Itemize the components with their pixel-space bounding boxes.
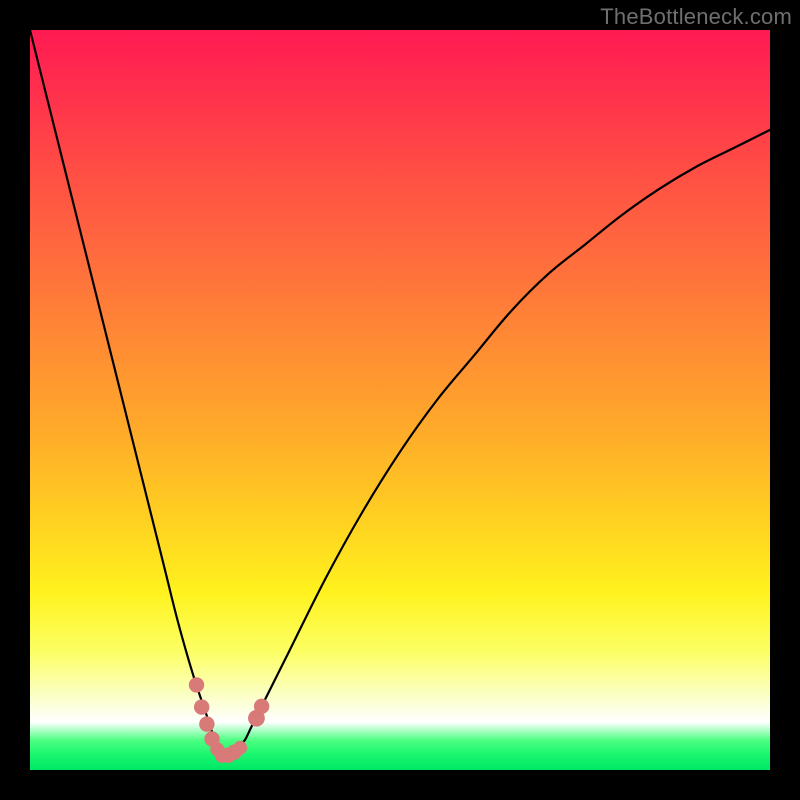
highlight-dot — [233, 741, 247, 755]
highlight-dot — [199, 716, 214, 731]
outer-frame: TheBottleneck.com — [0, 0, 800, 800]
highlight-dot — [189, 677, 204, 692]
plot-area — [30, 30, 770, 770]
bottleneck-curve — [30, 30, 770, 757]
watermark-text: TheBottleneck.com — [600, 4, 792, 30]
highlight-dot — [194, 699, 209, 714]
curve-layer — [30, 30, 770, 770]
highlight-dot — [254, 699, 269, 714]
